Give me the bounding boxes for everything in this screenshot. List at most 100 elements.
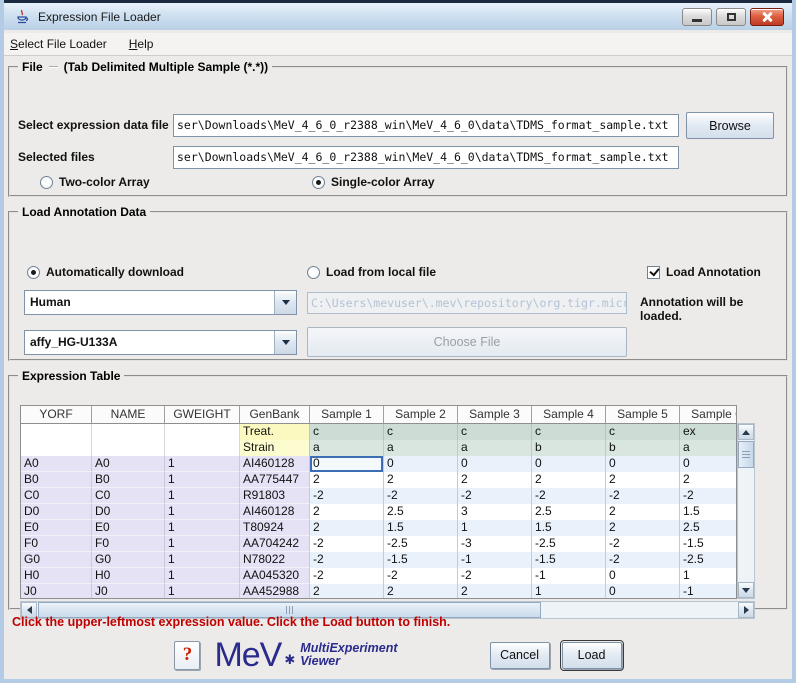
expression-cell[interactable]: 0 <box>606 584 680 599</box>
expression-cell[interactable]: 1 <box>680 568 737 584</box>
expression-cell[interactable]: 0 <box>680 456 737 472</box>
gene-info-cell[interactable]: B0 <box>92 472 165 488</box>
gene-info-cell[interactable]: T80924 <box>240 520 310 536</box>
gene-info-cell[interactable]: AA045320 <box>240 568 310 584</box>
expression-cell[interactable]: 2 <box>384 472 458 488</box>
gene-info-cell[interactable]: 1 <box>165 472 240 488</box>
choose-file-button[interactable]: Choose File <box>307 327 627 357</box>
annotation-value-cell[interactable]: ex <box>680 424 737 440</box>
gene-info-cell[interactable]: A0 <box>21 456 92 472</box>
annotation-value-cell[interactable]: c <box>606 424 680 440</box>
gene-info-cell[interactable]: J0 <box>92 584 165 599</box>
expression-cell[interactable]: -2 <box>606 536 680 552</box>
expression-cell[interactable]: 2 <box>384 584 458 599</box>
gene-info-cell[interactable]: 1 <box>165 536 240 552</box>
expression-cell[interactable]: -1 <box>532 568 606 584</box>
expression-cell[interactable]: 2 <box>458 472 532 488</box>
expression-cell[interactable]: 2 <box>606 520 680 536</box>
expression-cell[interactable]: -2 <box>532 488 606 504</box>
gene-info-cell[interactable]: J0 <box>21 584 92 599</box>
close-button[interactable] <box>750 8 784 26</box>
gene-info-cell[interactable]: N78022 <box>240 552 310 568</box>
expression-cell[interactable]: 1 <box>532 584 606 599</box>
annotation-value-cell[interactable]: a <box>458 440 532 456</box>
gene-info-cell[interactable]: D0 <box>21 504 92 520</box>
annotation-value-cell[interactable]: c <box>458 424 532 440</box>
column-header[interactable]: YORF <box>21 406 92 424</box>
gene-info-cell[interactable]: C0 <box>92 488 165 504</box>
gene-info-cell[interactable]: 1 <box>165 584 240 599</box>
annotation-value-cell[interactable]: a <box>680 440 737 456</box>
help-button[interactable]: ? <box>174 641 200 670</box>
expression-cell[interactable]: -2.5 <box>680 552 737 568</box>
expression-cell[interactable]: -1 <box>680 584 737 599</box>
column-header[interactable]: Sample 1 <box>310 406 384 424</box>
column-header[interactable]: Sample 5 <box>606 406 680 424</box>
expression-cell[interactable]: 3 <box>458 504 532 520</box>
gene-info-cell[interactable]: 1 <box>165 456 240 472</box>
chevron-down-icon[interactable] <box>274 331 296 354</box>
expression-cell[interactable]: 2 <box>606 504 680 520</box>
expression-cell[interactable]: 2 <box>310 520 384 536</box>
expression-cell[interactable]: 0 <box>532 456 606 472</box>
gene-info-cell[interactable]: E0 <box>92 520 165 536</box>
gene-info-cell[interactable]: AA452988 <box>240 584 310 599</box>
expression-cell[interactable]: 2 <box>310 584 384 599</box>
gene-info-cell[interactable]: F0 <box>21 536 92 552</box>
vertical-scrollbar-thumb[interactable] <box>738 441 754 468</box>
expression-cell[interactable]: 2 <box>310 472 384 488</box>
expression-cell[interactable]: 1 <box>458 520 532 536</box>
expression-cell[interactable]: -1.5 <box>384 552 458 568</box>
expression-cell[interactable]: -2.5 <box>384 536 458 552</box>
column-header[interactable]: GenBank <box>240 406 310 424</box>
expression-cell[interactable]: 1.5 <box>680 504 737 520</box>
expression-cell[interactable]: -2 <box>310 568 384 584</box>
column-header[interactable]: GWEIGHT <box>165 406 240 424</box>
expression-cell[interactable]: -2 <box>310 536 384 552</box>
gene-info-cell[interactable]: G0 <box>92 552 165 568</box>
annotation-value-cell[interactable]: a <box>310 440 384 456</box>
gene-info-cell[interactable]: 1 <box>165 504 240 520</box>
expression-cell[interactable]: 0 <box>458 456 532 472</box>
expression-cell[interactable]: 1.5 <box>532 520 606 536</box>
radio-two-color-array[interactable]: Two-color Array <box>40 175 150 189</box>
annotation-value-cell[interactable]: a <box>384 440 458 456</box>
cancel-button[interactable]: Cancel <box>490 642 550 669</box>
gene-info-cell[interactable]: 1 <box>165 488 240 504</box>
gene-info-cell[interactable]: B0 <box>21 472 92 488</box>
expression-cell[interactable]: 2.5 <box>384 504 458 520</box>
expression-cell[interactable]: 0 <box>606 456 680 472</box>
annotation-label-cell[interactable]: Strain <box>240 440 310 456</box>
expression-cell[interactable]: -2 <box>606 552 680 568</box>
column-header[interactable]: Sample 3 <box>458 406 532 424</box>
gene-info-cell[interactable]: 1 <box>165 520 240 536</box>
expression-cell[interactable]: -1 <box>458 552 532 568</box>
load-annotation-checkbox[interactable]: Load Annotation <box>647 265 761 279</box>
expression-cell[interactable]: -2 <box>458 488 532 504</box>
expression-cell[interactable]: 1.5 <box>384 520 458 536</box>
column-header[interactable]: Sample 4 <box>532 406 606 424</box>
expression-cell[interactable]: 2 <box>532 472 606 488</box>
annotation-value-cell[interactable]: c <box>310 424 384 440</box>
column-header[interactable]: Sample 6 <box>680 406 737 424</box>
scroll-right-button[interactable] <box>738 602 754 618</box>
minimize-button[interactable] <box>682 8 712 26</box>
gene-info-cell[interactable]: 1 <box>165 552 240 568</box>
menu-select-file-loader[interactable]: Select File Loader <box>10 37 107 51</box>
vertical-scrollbar[interactable] <box>737 423 755 599</box>
annotation-label-cell[interactable]: Treat. <box>240 424 310 440</box>
expression-cell[interactable]: 2.5 <box>680 520 737 536</box>
expression-cell[interactable]: -2 <box>606 488 680 504</box>
radio-load-from-local-file[interactable]: Load from local file <box>307 265 436 279</box>
menu-help[interactable]: Help <box>129 37 154 51</box>
expression-cell[interactable]: -3 <box>458 536 532 552</box>
expression-cell[interactable]: 2 <box>606 472 680 488</box>
radio-single-color-array[interactable]: Single-color Array <box>312 175 435 189</box>
gene-info-cell[interactable]: H0 <box>92 568 165 584</box>
gene-info-cell[interactable]: AA775447 <box>240 472 310 488</box>
expression-cell[interactable]: -1.5 <box>532 552 606 568</box>
expression-cell[interactable]: -2.5 <box>532 536 606 552</box>
expression-cell[interactable]: -2 <box>458 568 532 584</box>
expression-cell[interactable]: 0 <box>606 568 680 584</box>
column-header[interactable]: NAME <box>92 406 165 424</box>
